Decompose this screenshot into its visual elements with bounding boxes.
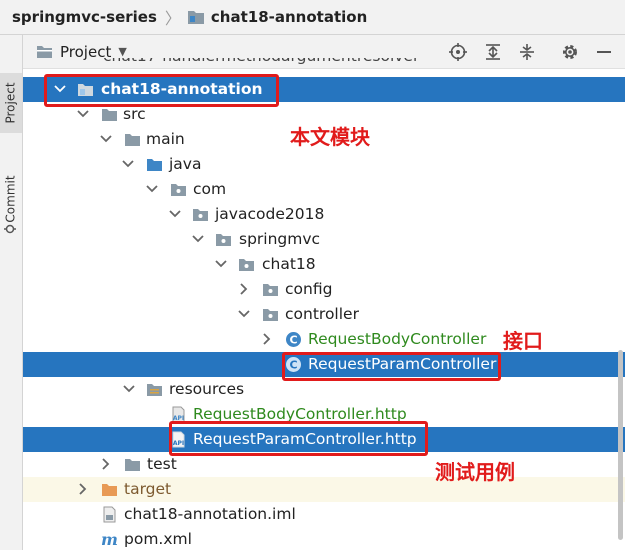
chevron-down-icon[interactable] xyxy=(121,157,135,171)
tab-commit-label: Commit xyxy=(4,175,19,223)
breadcrumb-current[interactable]: chat18-annotation xyxy=(211,8,367,26)
module-file-icon xyxy=(103,506,116,523)
chevron-down-icon[interactable] xyxy=(76,107,90,121)
folder-icon xyxy=(125,134,140,146)
chevron-down-icon[interactable] xyxy=(99,132,113,146)
chevron-right-icon[interactable] xyxy=(76,482,90,496)
main-label: main xyxy=(146,130,185,148)
src-label: src xyxy=(123,105,146,123)
breadcrumb: springmvc-series 〉 chat18-annotation xyxy=(0,0,625,35)
highlight-box-http xyxy=(169,421,428,456)
tree-row-java[interactable]: java xyxy=(23,152,625,177)
resources-folder-icon xyxy=(147,384,162,396)
package-icon xyxy=(263,284,278,296)
breadcrumb-separator: 〉 xyxy=(164,9,181,28)
package-icon xyxy=(239,259,254,271)
chevron-down-icon[interactable] xyxy=(237,307,251,321)
highlight-box-controller xyxy=(282,352,501,381)
excluded-folder-icon xyxy=(102,484,117,496)
chevron-right-icon[interactable] xyxy=(237,282,251,296)
chevron-down-icon[interactable] xyxy=(214,257,228,271)
commit-icon xyxy=(4,224,16,234)
chevron-down-icon[interactable] xyxy=(122,382,136,396)
tree-row-target[interactable]: target xyxy=(23,477,625,502)
chevron-down-icon[interactable] xyxy=(191,232,205,246)
chat18-label: chat18 xyxy=(262,255,316,273)
chevron-down-icon[interactable] xyxy=(145,182,159,196)
svg-text:m: m xyxy=(101,531,118,548)
java-label: java xyxy=(169,155,202,173)
note-module: 本文模块 xyxy=(290,125,370,149)
request-body-controller-label: RequestBodyController xyxy=(308,330,487,348)
tree-row-controller[interactable]: controller xyxy=(23,302,625,327)
package-icon xyxy=(171,184,186,196)
tree-row-javacode2018[interactable]: javacode2018 xyxy=(23,202,625,227)
tree-row-com[interactable]: com xyxy=(23,177,625,202)
note-interface: 接口 xyxy=(503,329,543,353)
folder-icon xyxy=(102,109,117,121)
maven-icon: m xyxy=(101,531,118,548)
com-label: com xyxy=(193,180,227,198)
tree-row-chat18[interactable]: chat18 xyxy=(23,252,625,277)
springmvc-label: springmvc xyxy=(239,230,321,248)
cutoff-module-label: chat17-handlermethodargumentresolver xyxy=(103,58,419,66)
module-folder-icon xyxy=(187,11,204,24)
vertical-scrollbar[interactable] xyxy=(618,350,623,540)
folder-icon xyxy=(125,459,140,471)
package-icon xyxy=(263,309,278,321)
tool-window-strip: Project Commit xyxy=(0,35,23,550)
note-testcase: 测试用例 xyxy=(435,460,515,484)
tree-row-iml[interactable]: chat18-annotation.iml xyxy=(23,502,625,527)
chevron-right-icon[interactable] xyxy=(260,332,274,346)
target-label: target xyxy=(124,480,172,498)
package-icon xyxy=(216,234,231,246)
pom-label: pom.xml xyxy=(124,530,192,548)
tree-row-config[interactable]: config xyxy=(23,277,625,302)
tree-row-pom[interactable]: m pom.xml xyxy=(23,527,625,552)
java-class-icon: C xyxy=(286,332,301,347)
test-label: test xyxy=(147,455,177,473)
tree-row-cutoff[interactable]: chat17-handlermethodargumentresolver xyxy=(23,58,625,68)
package-icon xyxy=(193,209,208,221)
resources-label: resources xyxy=(169,380,245,398)
breadcrumb-root[interactable]: springmvc-series xyxy=(12,8,157,26)
highlight-box-module xyxy=(44,74,279,107)
source-folder-icon xyxy=(147,159,162,171)
controller-label: controller xyxy=(285,305,359,323)
chevron-down-icon[interactable] xyxy=(168,207,182,221)
tab-project-label: Project xyxy=(4,82,18,124)
project-folder-icon xyxy=(37,46,52,58)
chevron-right-icon[interactable] xyxy=(99,457,113,471)
chevron-down-icon[interactable]: ▼ xyxy=(118,45,126,58)
config-label: config xyxy=(285,280,333,298)
tree-row-springmvc[interactable]: springmvc xyxy=(23,227,625,252)
javacode2018-label: javacode2018 xyxy=(215,205,325,223)
tab-project[interactable]: Project xyxy=(0,73,22,133)
iml-label: chat18-annotation.iml xyxy=(124,505,296,523)
svg-text:C: C xyxy=(289,334,297,347)
